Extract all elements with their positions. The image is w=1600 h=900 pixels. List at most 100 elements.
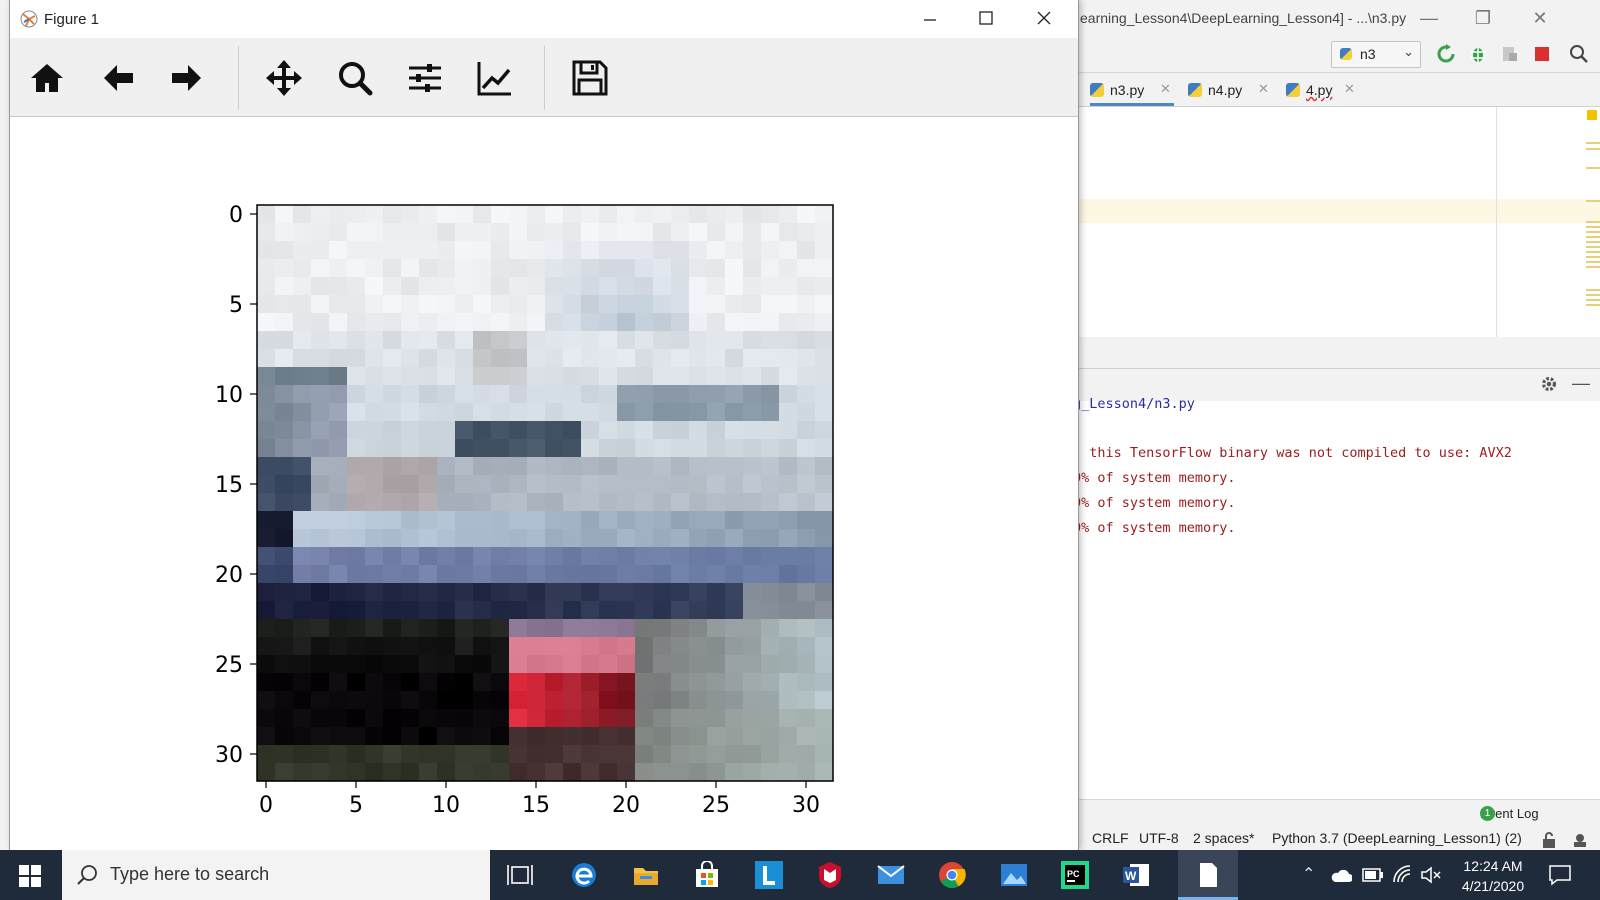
hide-panel-icon[interactable]: — — [1572, 373, 1590, 394]
image-pixel — [689, 439, 708, 458]
save-button[interactable] — [570, 58, 610, 98]
rerun-icon[interactable] — [1436, 44, 1456, 64]
system-clock[interactable]: 12:24 AM 4/21/2020 — [1438, 856, 1548, 896]
photos-app[interactable] — [984, 850, 1044, 900]
image-pixel — [527, 385, 546, 404]
image-pixel — [743, 475, 762, 494]
image-pixel — [347, 295, 366, 314]
configure-subplots-button[interactable] — [405, 58, 445, 98]
image-pixel — [509, 475, 528, 494]
image-pixel — [437, 637, 456, 656]
code-editor[interactable] — [1078, 107, 1600, 337]
debug-icon[interactable] — [1468, 44, 1488, 64]
task-view-button[interactable] — [490, 850, 550, 900]
close-tab-icon[interactable]: ✕ — [1258, 81, 1269, 97]
search-everywhere-icon[interactable] — [1569, 44, 1589, 64]
image-pixel — [455, 691, 474, 710]
pycharm-app[interactable]: PC — [1045, 850, 1105, 900]
image-pixel — [689, 259, 708, 278]
image-pixel — [761, 421, 780, 440]
interpreter-indicator[interactable]: Python 3.7 (DeepLearning_Lesson1) (2) — [1272, 830, 1522, 846]
run-config-dropdown[interactable]: n3 ⌄ — [1331, 41, 1421, 68]
image-pixel — [743, 529, 762, 548]
error-stripe-mark[interactable] — [1586, 142, 1600, 144]
error-stripe-mark[interactable] — [1586, 167, 1600, 169]
file-explorer-app[interactable] — [616, 850, 676, 900]
figure-maximize-button[interactable] — [964, 6, 1008, 32]
tab-n3[interactable]: n3.py ✕ — [1090, 76, 1174, 106]
tab-4py[interactable]: 4.py ✕ — [1286, 76, 1362, 106]
error-stripe-mark[interactable] — [1586, 221, 1600, 271]
store-app[interactable] — [677, 850, 737, 900]
notepad-app[interactable] — [1178, 850, 1238, 900]
image-pixel — [347, 763, 366, 782]
lock-icon[interactable] — [1542, 832, 1556, 848]
image-pixel — [689, 277, 708, 296]
image-pixel — [671, 511, 690, 530]
word-icon: W — [1123, 864, 1149, 886]
search-icon — [77, 865, 97, 885]
image-pixel — [257, 547, 276, 566]
error-stripe-mark[interactable] — [1586, 289, 1600, 307]
start-button[interactable] — [0, 850, 60, 900]
chrome-app[interactable] — [922, 850, 982, 900]
taskbar-search[interactable]: Type here to search — [62, 850, 490, 900]
error-stripe-mark[interactable] — [1586, 148, 1600, 150]
image-pixel — [437, 205, 456, 224]
inspector-icon[interactable] — [1572, 832, 1588, 848]
image-pixel — [365, 367, 384, 386]
onedrive-icon[interactable] — [1330, 866, 1352, 884]
image-pixel — [473, 421, 492, 440]
image-pixel — [419, 205, 438, 224]
image-pixel — [419, 529, 438, 548]
console-line: g_Lesson4/n3.py — [1073, 396, 1195, 412]
close-tab-icon[interactable]: ✕ — [1344, 81, 1355, 97]
show-hidden-icons[interactable]: ⌃ — [1302, 864, 1315, 884]
action-center-icon[interactable] — [1548, 864, 1572, 886]
figure-minimize-button[interactable] — [908, 6, 952, 32]
image-pixel — [761, 475, 780, 494]
image-pixel — [275, 709, 294, 728]
warning-marker[interactable] — [1587, 110, 1597, 120]
line-separator-indicator[interactable]: CRLF — [1092, 830, 1129, 846]
l-app[interactable] — [739, 850, 799, 900]
stop-icon[interactable] — [1532, 44, 1552, 64]
image-pixel — [815, 583, 834, 602]
figure-close-button[interactable] — [1022, 6, 1066, 32]
mcafee-app[interactable] — [800, 850, 860, 900]
zoom-button[interactable] — [335, 58, 375, 98]
home-button[interactable] — [27, 58, 67, 98]
ide-minimize-button[interactable]: — — [1414, 6, 1444, 30]
pan-button[interactable] — [264, 58, 304, 98]
coverage-icon[interactable] — [1500, 44, 1520, 64]
indent-indicator[interactable]: 2 spaces* — [1193, 830, 1254, 846]
wifi-icon[interactable] — [1392, 864, 1412, 884]
image-pixel — [707, 295, 726, 314]
image-pixel — [437, 259, 456, 278]
image-pixel — [815, 655, 834, 674]
image-pixel — [581, 709, 600, 728]
event-log-button[interactable]: 1 Event Log — [1480, 806, 1539, 821]
back-button[interactable] — [98, 58, 138, 98]
encoding-indicator[interactable]: UTF-8 — [1139, 830, 1179, 846]
forward-button[interactable] — [167, 58, 207, 98]
plot-canvas[interactable]: 0 5 10 15 20 25 30 0 5 10 15 20 25 30 — [10, 117, 1076, 850]
image-pixel — [797, 619, 816, 638]
battery-icon[interactable] — [1362, 868, 1384, 882]
word-app[interactable]: W — [1106, 850, 1166, 900]
mail-app[interactable] — [861, 850, 921, 900]
gear-icon[interactable] — [1540, 375, 1558, 393]
edit-axes-button[interactable] — [475, 58, 515, 98]
ide-close-button[interactable]: ✕ — [1525, 6, 1555, 30]
tab-n4[interactable]: n4.py ✕ — [1188, 76, 1272, 106]
image-pixel — [509, 259, 528, 278]
ide-restore-button[interactable]: ❐ — [1468, 6, 1498, 30]
image-pixel — [311, 205, 330, 224]
run-console[interactable]: g_Lesson4/n3.py : this TensorFlow binary… — [1073, 396, 1600, 799]
image-pixel — [383, 313, 402, 332]
error-stripe-mark[interactable] — [1586, 200, 1600, 202]
image-pixel — [671, 367, 690, 386]
image-pixel — [689, 385, 708, 404]
edge-app[interactable] — [554, 850, 614, 900]
close-tab-icon[interactable]: ✕ — [1160, 81, 1171, 97]
